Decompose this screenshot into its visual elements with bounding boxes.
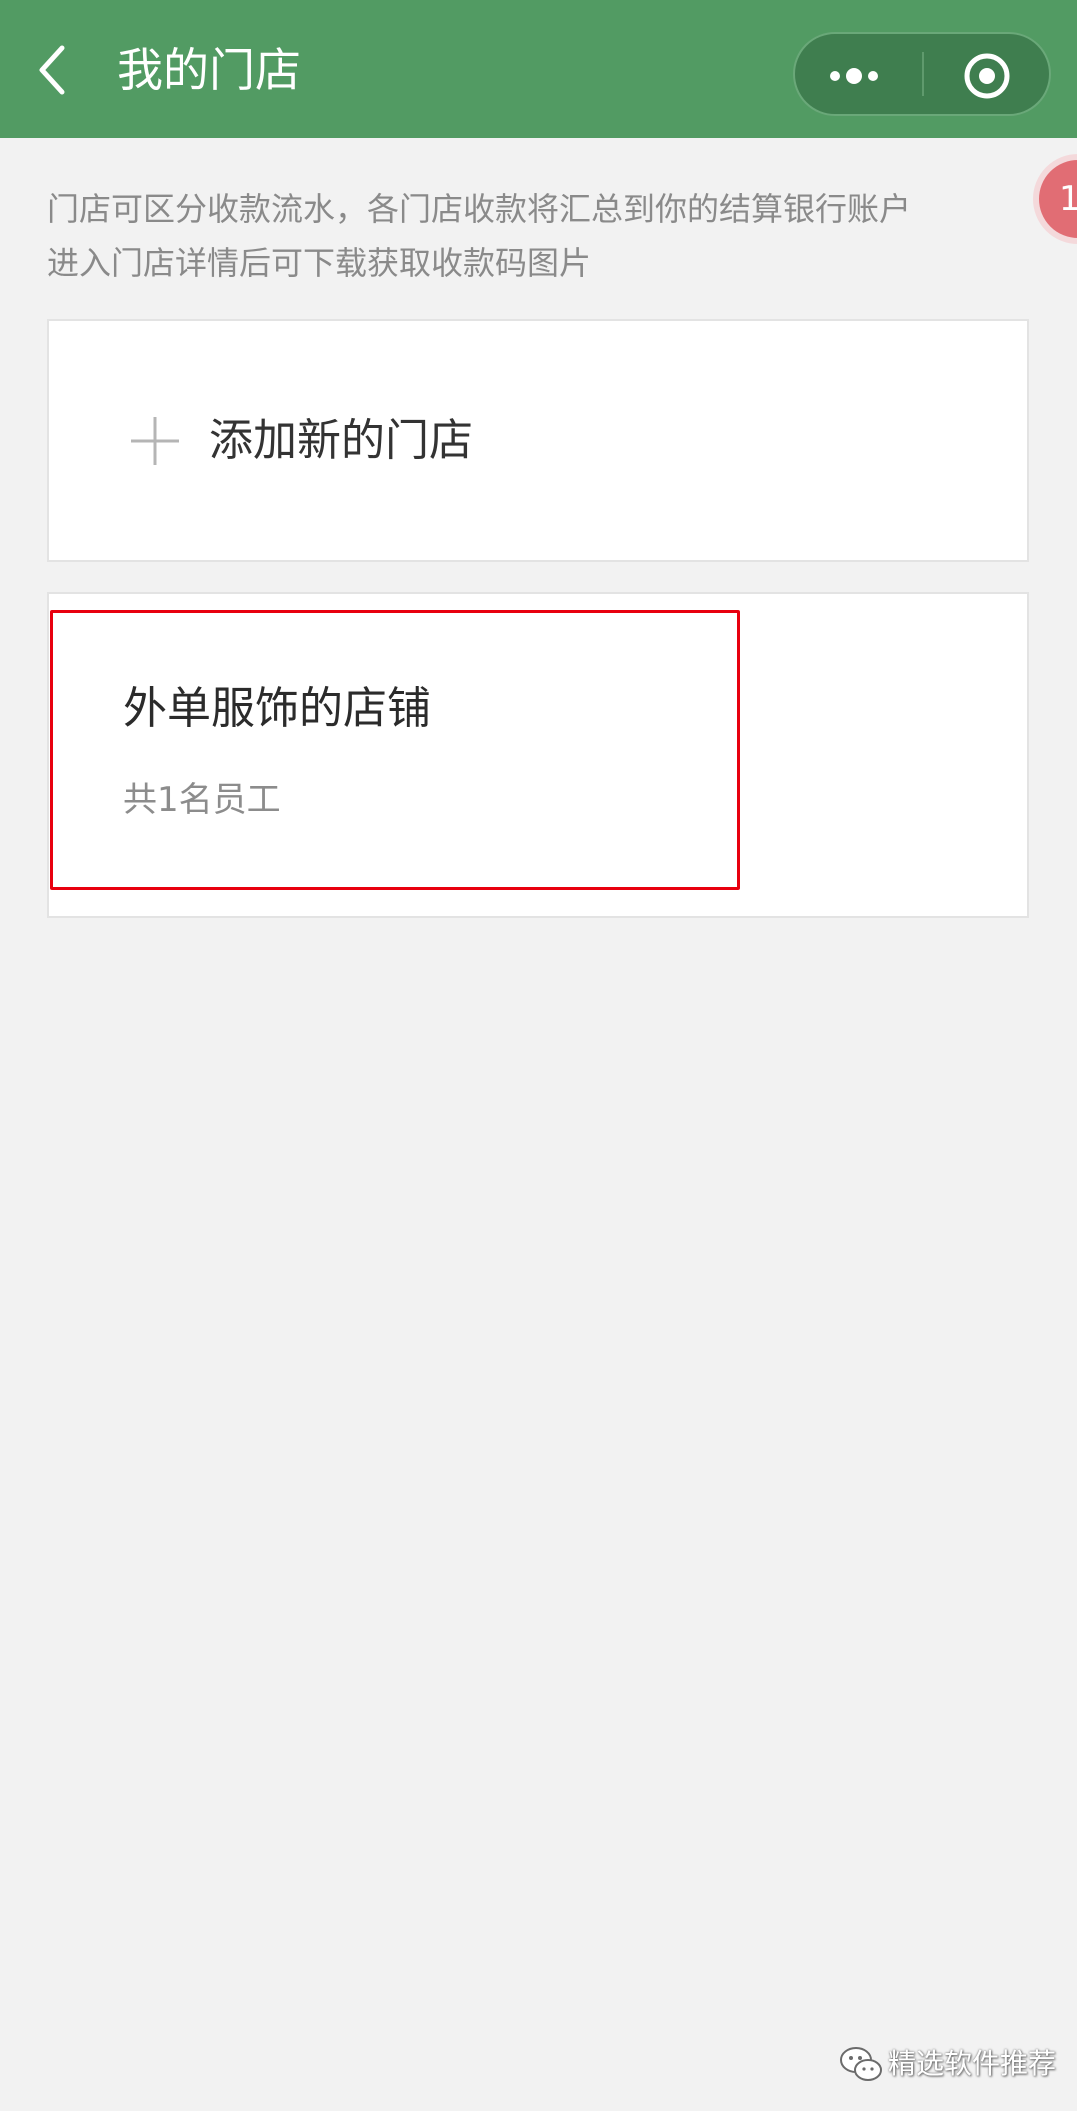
add-store-label: 添加新的门店: [209, 415, 473, 466]
wechat-icon: [838, 2042, 884, 2086]
target-close-icon: [931, 40, 1043, 108]
description: 门店可区分收款流水，各门店收款将汇总到你的结算银行账户 进入门店详情后可下载获取…: [47, 182, 1007, 290]
close-button[interactable]: [931, 40, 1043, 108]
description-line-2: 进入门店详情后可下载获取收款码图片: [47, 244, 592, 282]
store-card: 外单服饰的店铺 共1名员工: [47, 592, 1029, 918]
page-title: 我的门店: [117, 43, 301, 97]
watermark-text: 精选软件推荐: [888, 2047, 1057, 2080]
store-staff-count: 共1名员工: [123, 780, 281, 820]
capsule-divider: [922, 52, 924, 96]
plus-icon: [129, 415, 181, 467]
back-button[interactable]: [28, 34, 88, 106]
description-line-1: 门店可区分收款流水，各门店收款将汇总到你的结算银行账户: [47, 190, 912, 228]
store-item-highlight[interactable]: 外单服饰的店铺 共1名员工: [50, 610, 740, 890]
back-arrow-icon: [28, 34, 88, 106]
floating-badge[interactable]: 1: [1033, 154, 1077, 244]
add-store-card[interactable]: 添加新的门店: [47, 319, 1029, 562]
more-dots-icon: [803, 40, 915, 108]
more-button[interactable]: [803, 40, 915, 108]
mini-program-capsule: [793, 32, 1051, 116]
nav-bar: 我的门店: [0, 0, 1077, 138]
store-name: 外单服饰的店铺: [123, 683, 431, 734]
